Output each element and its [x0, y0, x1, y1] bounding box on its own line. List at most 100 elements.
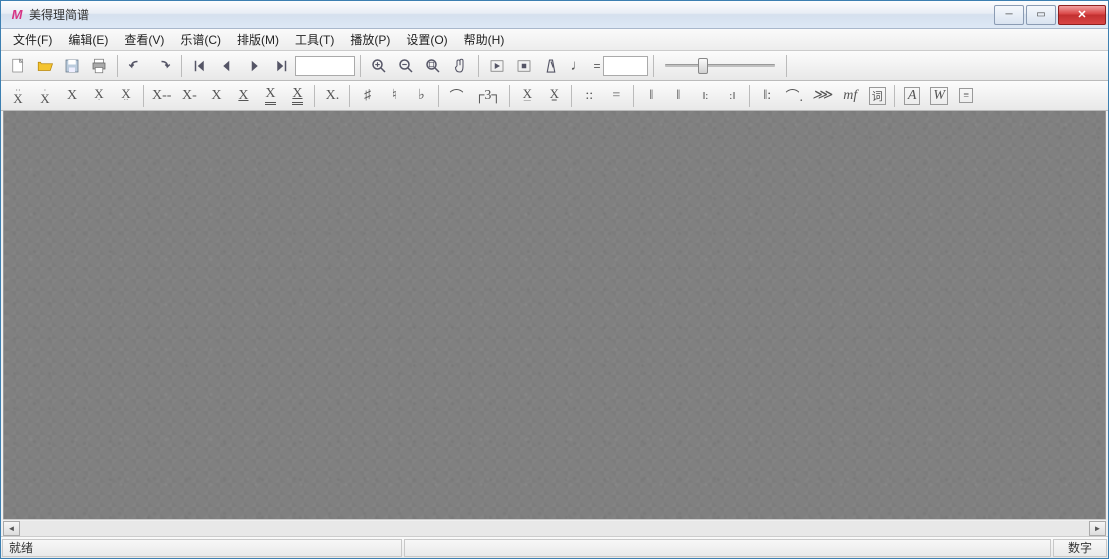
- toolbar-notation: ··X ·X X X· X·· X-- X- X X X X X. ♯ ♮ ♭ …: [1, 81, 1108, 111]
- separator: [360, 55, 361, 77]
- tempo-slider[interactable]: [665, 56, 775, 76]
- scroll-left-button[interactable]: ◄: [3, 521, 20, 536]
- zoom-out-button[interactable]: [393, 54, 419, 78]
- separator: [509, 85, 510, 107]
- slur-button[interactable]: ⌒: [443, 84, 469, 108]
- separator: [633, 85, 634, 107]
- menu-play[interactable]: 播放(P): [342, 29, 398, 50]
- barline-1-button[interactable]: ‖: [638, 84, 664, 108]
- equals-button[interactable]: =: [603, 84, 629, 108]
- separator: [314, 85, 315, 107]
- window-controls: ─ ▭ ✕: [992, 5, 1106, 25]
- tempo-equals: =: [592, 54, 602, 78]
- note-plain[interactable]: X: [59, 84, 85, 108]
- nav-prev-button[interactable]: [214, 54, 240, 78]
- slider-thumb[interactable]: [698, 58, 708, 74]
- menu-layout[interactable]: 排版(M): [229, 29, 287, 50]
- minimize-button[interactable]: ─: [994, 5, 1024, 25]
- menubar: 文件(F) 编辑(E) 查看(V) 乐谱(C) 排版(M) 工具(T) 播放(P…: [1, 29, 1108, 51]
- note-whole[interactable]: X--: [148, 84, 175, 108]
- menu-edit[interactable]: 编辑(E): [60, 29, 116, 50]
- note-dot-bottom[interactable]: X·: [86, 84, 112, 108]
- window-title: 美得理简谱: [29, 6, 89, 23]
- repeat-colon-button[interactable]: ::: [576, 84, 602, 108]
- fermata-button[interactable]: ⌒.: [781, 84, 807, 108]
- separator: [438, 85, 439, 107]
- nav-last-button[interactable]: [268, 54, 294, 78]
- save-button[interactable]: [59, 54, 85, 78]
- new-button[interactable]: [5, 54, 31, 78]
- statusbar: 就绪 数字: [1, 536, 1108, 558]
- flat-button[interactable]: ♭: [408, 84, 434, 108]
- natural-button[interactable]: ♮: [381, 84, 407, 108]
- accent-2-button[interactable]: X═: [541, 84, 567, 108]
- separator: [653, 55, 654, 77]
- note-quarter[interactable]: X: [203, 84, 229, 108]
- separator: [571, 85, 572, 107]
- maximize-button[interactable]: ▭: [1026, 5, 1056, 25]
- barline-2-button[interactable]: ‖: [665, 84, 691, 108]
- text-a-button[interactable]: A: [899, 84, 925, 108]
- menu-file[interactable]: 文件(F): [5, 29, 60, 50]
- menu-help[interactable]: 帮助(H): [456, 29, 513, 50]
- scroll-right-button[interactable]: ►: [1089, 521, 1106, 536]
- status-message: 就绪: [2, 539, 402, 557]
- lyrics-button[interactable]: 词: [864, 84, 890, 108]
- toolbar-main: ♩ =: [1, 51, 1108, 81]
- separator: [478, 55, 479, 77]
- separator: [181, 55, 182, 77]
- menu-settings[interactable]: 设置(O): [398, 29, 455, 50]
- accent-1-button[interactable]: X—: [514, 84, 540, 108]
- metronome-button[interactable]: [538, 54, 564, 78]
- canvas-texture: [4, 111, 1105, 519]
- triplet-button[interactable]: ┌3┐: [470, 84, 505, 108]
- titlebar[interactable]: M 美得理简谱 ─ ▭ ✕: [1, 1, 1108, 29]
- nav-first-button[interactable]: [187, 54, 213, 78]
- page-input[interactable]: [295, 56, 355, 76]
- menu-view[interactable]: 查看(V): [116, 29, 172, 50]
- note-quad-dot-bottom[interactable]: X··: [113, 84, 139, 108]
- open-button[interactable]: [32, 54, 58, 78]
- tempo-input[interactable]: [603, 56, 648, 76]
- note-quad-dot-top[interactable]: ··X: [5, 84, 31, 108]
- slider-track: [665, 64, 775, 67]
- undo-button[interactable]: [123, 54, 149, 78]
- note-sixteenth[interactable]: X: [257, 84, 283, 108]
- app-icon: M: [9, 7, 25, 23]
- status-mode: 数字: [1053, 539, 1107, 557]
- hand-tool-button[interactable]: [447, 54, 473, 78]
- canvas-workspace[interactable]: [3, 111, 1106, 519]
- tempo-note-icon: ♩: [565, 54, 591, 78]
- list-button[interactable]: ≡: [953, 84, 979, 108]
- note-eighth[interactable]: X: [230, 84, 256, 108]
- separator: [749, 85, 750, 107]
- note-dotted[interactable]: X.: [319, 84, 345, 108]
- separator: [349, 85, 350, 107]
- zoom-in-button[interactable]: [366, 54, 392, 78]
- note-half[interactable]: X-: [176, 84, 202, 108]
- horizontal-scrollbar[interactable]: ◄ ►: [3, 519, 1106, 536]
- zoom-fit-button[interactable]: [420, 54, 446, 78]
- dynamic-mf-button[interactable]: mf: [837, 84, 863, 108]
- note-thirtysecond[interactable]: X: [284, 84, 310, 108]
- sharp-button[interactable]: ♯: [354, 84, 380, 108]
- stop-button[interactable]: [511, 54, 537, 78]
- play-button[interactable]: [484, 54, 510, 78]
- repeat-start-button[interactable]: ‖:: [692, 84, 718, 108]
- menu-tools[interactable]: 工具(T): [287, 29, 342, 50]
- separator: [117, 55, 118, 77]
- crescendo-button[interactable]: ⋙: [808, 84, 836, 108]
- menu-score[interactable]: 乐谱(C): [172, 29, 229, 50]
- close-button[interactable]: ✕: [1058, 5, 1106, 25]
- nav-next-button[interactable]: [241, 54, 267, 78]
- redo-button[interactable]: [150, 54, 176, 78]
- repeat-end-button[interactable]: :‖: [719, 84, 745, 108]
- text-w-button[interactable]: W: [926, 84, 952, 108]
- scroll-track[interactable]: [20, 521, 1089, 536]
- double-bar-button[interactable]: ‖:: [754, 84, 780, 108]
- app-window: M 美得理简谱 ─ ▭ ✕ 文件(F) 编辑(E) 查看(V) 乐谱(C) 排版…: [0, 0, 1109, 559]
- note-dot-top[interactable]: ·X: [32, 84, 58, 108]
- status-spacer: [404, 539, 1051, 557]
- separator: [894, 85, 895, 107]
- print-button[interactable]: [86, 54, 112, 78]
